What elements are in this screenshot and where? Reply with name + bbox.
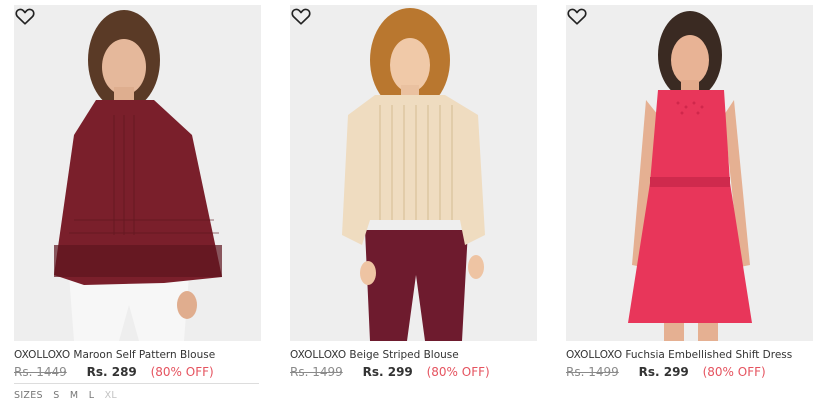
price-row: Rs. 1449 Rs. 289 (80% OFF): [14, 365, 261, 381]
sizes-label: SIZES: [14, 390, 43, 401]
product-card[interactable]: OXOLLOXO Maroon Self Pattern Blouse Rs. …: [14, 0, 261, 406]
current-price: Rs. 299: [638, 365, 689, 379]
size-option-s[interactable]: S: [53, 390, 59, 401]
discount-label: (80% OFF): [150, 365, 214, 379]
product-image[interactable]: [566, 5, 813, 341]
size-option-l[interactable]: L: [89, 390, 95, 401]
original-price: Rs. 1499: [566, 365, 619, 379]
price-row: Rs. 1499 Rs. 299 (80% OFF): [290, 365, 537, 381]
product-image[interactable]: [14, 5, 261, 341]
size-selector: SIZES S M L XL: [14, 390, 117, 401]
product-card[interactable]: OXOLLOXO Fuchsia Embellished Shift Dress…: [566, 0, 813, 406]
product-name[interactable]: OXOLLOXO Fuchsia Embellished Shift Dress: [566, 349, 813, 361]
discount-label: (80% OFF): [426, 365, 490, 379]
product-card[interactable]: OXOLLOXO Beige Striped Blouse Rs. 1499 R…: [290, 0, 537, 406]
product-name[interactable]: OXOLLOXO Maroon Self Pattern Blouse: [14, 349, 261, 361]
heart-outline-icon[interactable]: [566, 5, 588, 27]
heart-outline-icon[interactable]: [290, 5, 312, 27]
size-option-xl[interactable]: XL: [105, 390, 117, 401]
discount-label: (80% OFF): [702, 365, 766, 379]
maroon-blouse-illustration: [54, 10, 222, 341]
original-price: Rs. 1449: [14, 365, 67, 379]
fuchsia-dress-illustration: [628, 11, 752, 341]
divider: [14, 383, 259, 384]
current-price: Rs. 289: [86, 365, 137, 379]
product-name[interactable]: OXOLLOXO Beige Striped Blouse: [290, 349, 537, 361]
size-option-m[interactable]: M: [70, 390, 79, 401]
original-price: Rs. 1499: [290, 365, 343, 379]
heart-outline-icon[interactable]: [14, 5, 36, 27]
price-row: Rs. 1499 Rs. 299 (80% OFF): [566, 365, 813, 381]
current-price: Rs. 299: [362, 365, 413, 379]
beige-blouse-illustration: [342, 8, 485, 341]
product-image[interactable]: [290, 5, 537, 341]
